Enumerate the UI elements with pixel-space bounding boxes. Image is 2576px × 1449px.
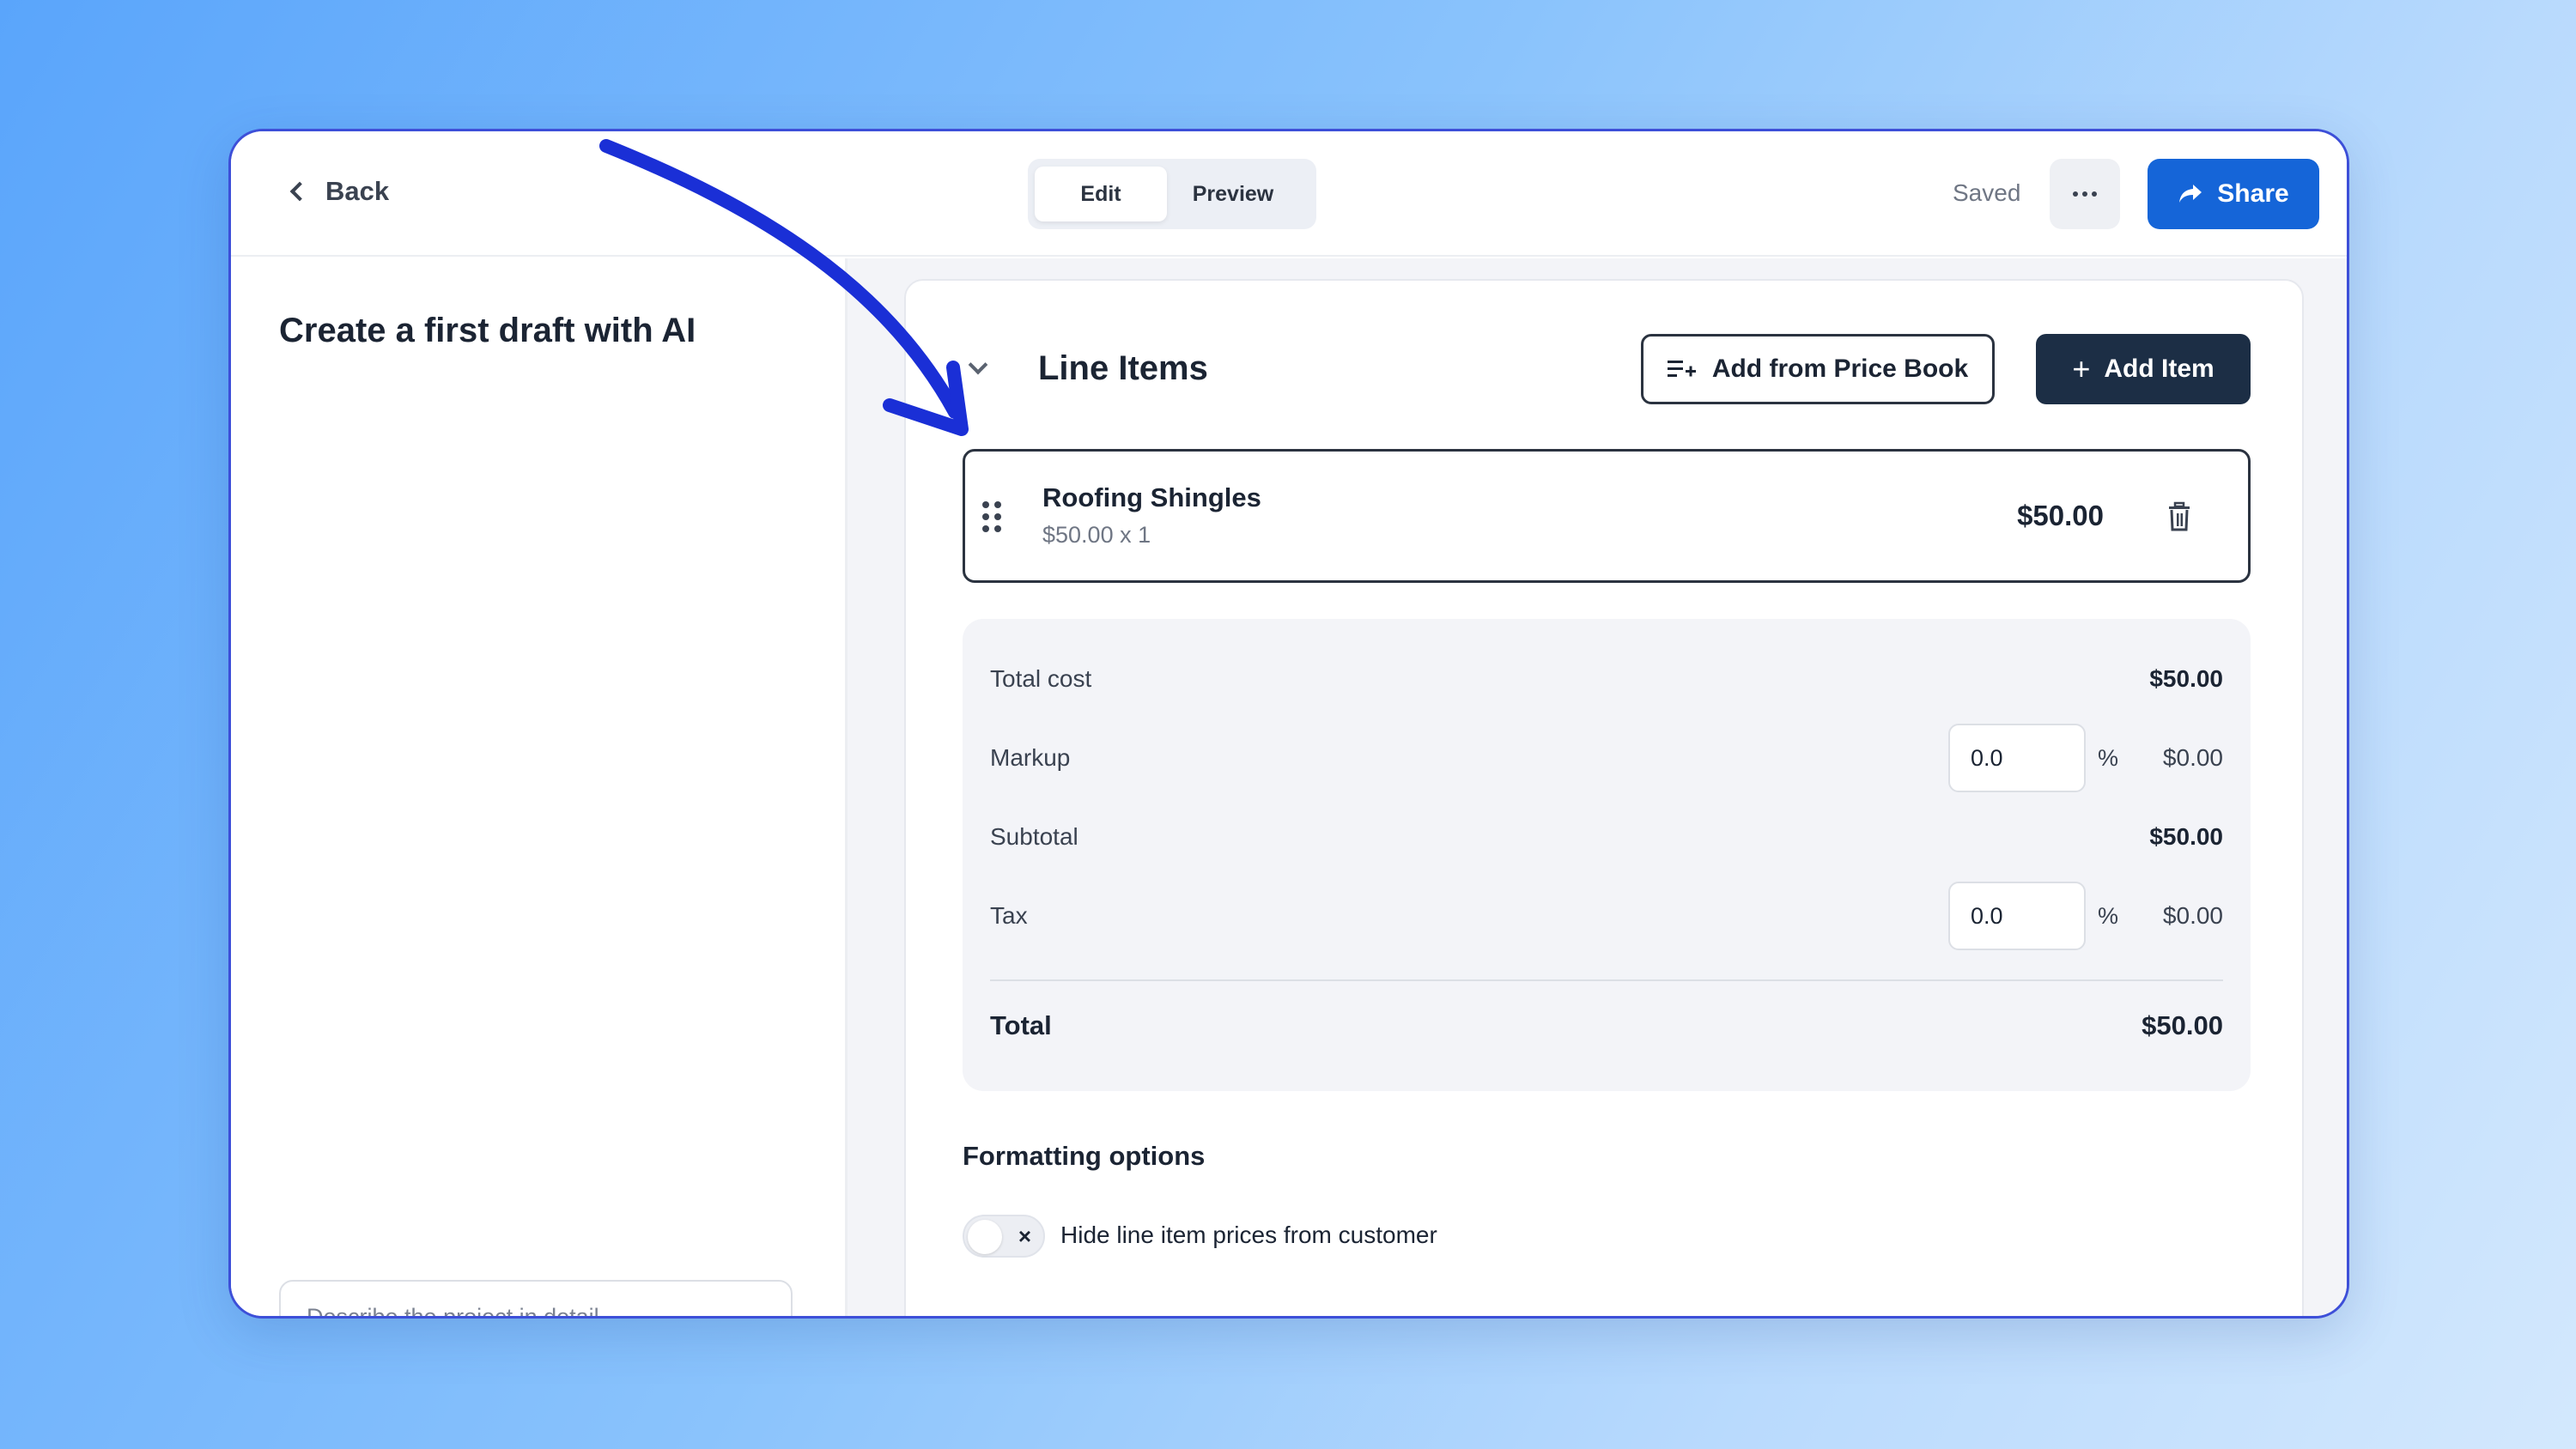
- ai-sidebar: Create a first draft with AI + ↑: [231, 258, 848, 1316]
- back-label: Back: [325, 176, 390, 206]
- markup-input[interactable]: [1948, 724, 2086, 792]
- summary-divider: [990, 979, 2223, 981]
- line-item-name: Roofing Shingles: [1042, 482, 1261, 512]
- total-cost-value: $50.00: [2149, 665, 2223, 692]
- subtotal-row: Subtotal $50.00: [990, 811, 2223, 863]
- project-description-input[interactable]: [307, 1304, 753, 1316]
- prompt-box: + ↑: [279, 1280, 793, 1316]
- total-row: Total $50.00: [990, 1000, 2223, 1052]
- back-button[interactable]: Back: [288, 176, 389, 207]
- formatting-options-title: Formatting options: [963, 1141, 1206, 1171]
- sidebar-title: Create a first draft with AI: [279, 312, 696, 349]
- chevron-left-icon: [289, 181, 310, 202]
- section-title: Line Items: [1038, 349, 1208, 387]
- add-from-price-book-label: Add from Price Book: [1711, 355, 1969, 383]
- tax-input[interactable]: [1948, 882, 2086, 950]
- trash-icon[interactable]: [2162, 500, 2196, 534]
- line-items-card: Line Items Add from Price Book + Add Ite…: [904, 279, 2304, 1316]
- more-horizontal-icon: [2073, 191, 2097, 197]
- markup-row: Markup % $0.00: [990, 724, 2223, 792]
- markup-unit: %: [2097, 744, 2118, 771]
- markup-label: Markup: [990, 744, 1071, 771]
- total-value: $50.00: [2142, 1010, 2223, 1040]
- app-window: Back Edit Preview Saved Share Create a f…: [228, 129, 2349, 1319]
- toggle-knob: [968, 1220, 1002, 1254]
- total-cost-row: Total cost $50.00: [990, 653, 2223, 705]
- add-item-label: Add Item: [2104, 355, 2215, 383]
- edit-preview-toggle: Edit Preview: [1028, 159, 1316, 229]
- cost-summary: Total cost $50.00 Markup % $0.00 Subtota…: [963, 619, 2251, 1091]
- chevron-down-icon[interactable]: [968, 355, 988, 375]
- total-cost-label: Total cost: [990, 665, 1092, 692]
- tax-label: Tax: [990, 902, 1028, 929]
- tab-preview[interactable]: Preview: [1167, 167, 1299, 221]
- more-options-button[interactable]: [2050, 159, 2120, 229]
- hide-prices-label: Hide line item prices from customer: [1060, 1222, 1437, 1248]
- add-from-price-book-button[interactable]: Add from Price Book: [1641, 334, 1995, 404]
- add-item-button[interactable]: + Add Item: [2036, 334, 2251, 404]
- hide-prices-toggle[interactable]: ×: [963, 1215, 1045, 1258]
- total-label: Total: [990, 1010, 1052, 1040]
- subtotal-label: Subtotal: [990, 823, 1078, 850]
- plus-icon: +: [2072, 351, 2091, 386]
- top-bar: Back Edit Preview Saved Share: [231, 131, 2347, 257]
- tax-unit: %: [2097, 902, 2118, 929]
- tax-value: $0.00: [2162, 902, 2223, 929]
- share-button[interactable]: Share: [2148, 159, 2319, 229]
- line-item-price: $50.00: [2017, 500, 2104, 531]
- share-label: Share: [2217, 179, 2289, 208]
- close-icon: ×: [1018, 1223, 1031, 1249]
- tab-edit[interactable]: Edit: [1035, 167, 1167, 221]
- main-content: Line Items Add from Price Book + Add Ite…: [848, 258, 2347, 1316]
- tax-row: Tax % $0.00: [990, 882, 2223, 950]
- share-arrow-icon: [2179, 185, 2202, 203]
- line-item-detail: $50.00 x 1: [1042, 522, 1151, 548]
- save-status: Saved: [1953, 179, 2021, 206]
- markup-value: $0.00: [2162, 744, 2223, 771]
- list-add-icon: [1667, 361, 1696, 377]
- line-item-row[interactable]: Roofing Shingles $50.00 x 1 $50.00: [963, 449, 2251, 583]
- drag-handle-icon[interactable]: [982, 501, 1001, 532]
- subtotal-value: $50.00: [2149, 823, 2223, 850]
